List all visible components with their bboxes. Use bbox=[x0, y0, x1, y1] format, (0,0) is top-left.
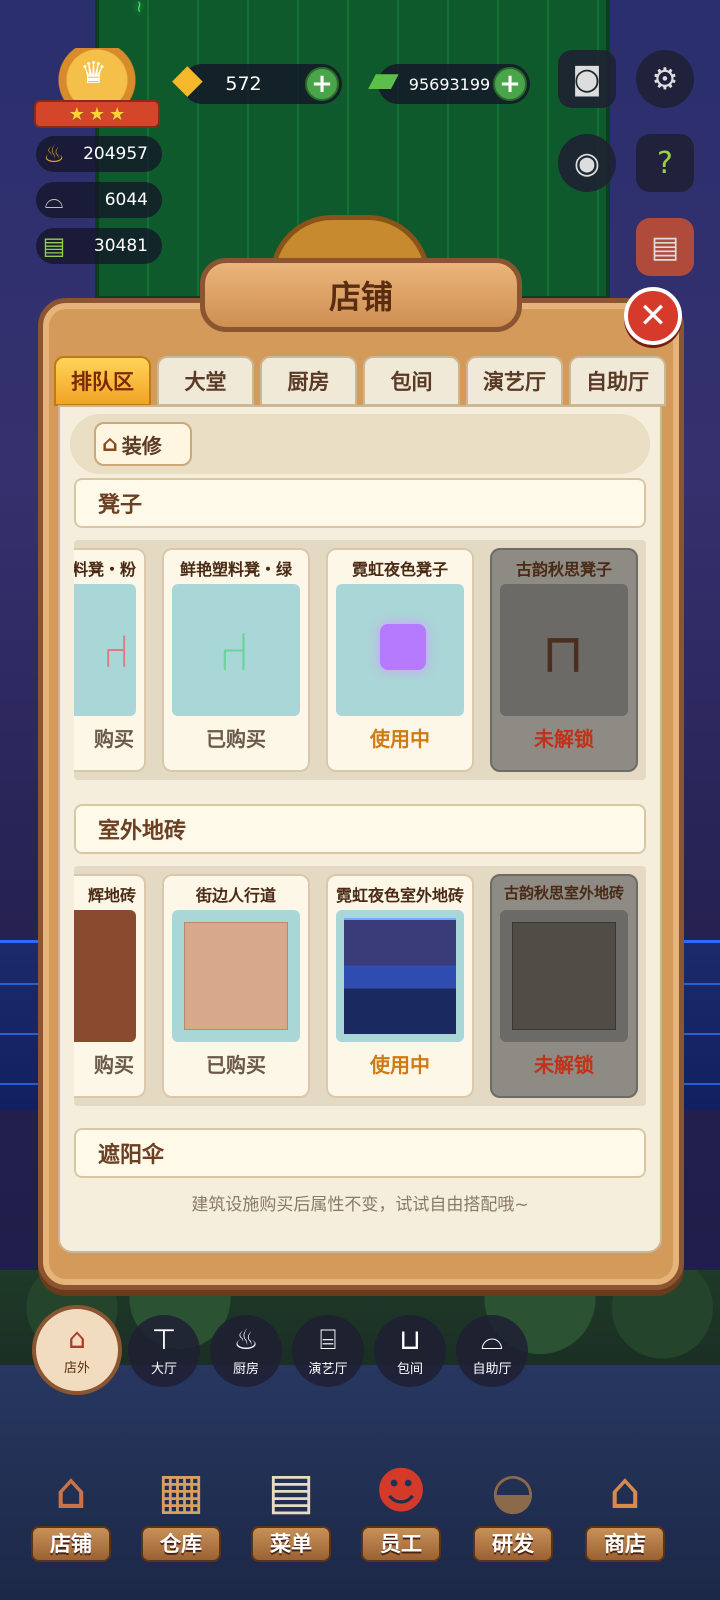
house-icon: ⌂ bbox=[102, 431, 118, 457]
nav-store[interactable]: ⌂ 商店 bbox=[580, 1458, 670, 1568]
tab-theater[interactable]: 演艺厅 bbox=[466, 356, 563, 406]
category-buffet[interactable]: ⌓ 自助厅 bbox=[456, 1315, 528, 1387]
gold-counter: ◆ 572 + bbox=[172, 56, 342, 104]
tab-lobby[interactable]: 大堂 bbox=[157, 356, 254, 406]
add-gold-button[interactable]: + bbox=[305, 67, 339, 101]
category-theater[interactable]: ⌸ 演艺厅 bbox=[292, 1315, 364, 1387]
rank-badge[interactable]: ♛ ★ ★ ★ bbox=[34, 48, 160, 128]
tab-kitchen[interactable]: 厨房 bbox=[260, 356, 357, 406]
help-book-icon[interactable]: ? bbox=[636, 134, 694, 192]
gold-ingot-icon: ◆ bbox=[172, 56, 203, 102]
nav-warehouse[interactable]: ▦ 仓库 bbox=[136, 1458, 226, 1568]
item-card[interactable]: 料凳・粉 ⑁ 购买 bbox=[74, 548, 146, 772]
camera-icon[interactable]: ◙ bbox=[558, 50, 616, 108]
recipe-book-icon[interactable]: ▤ bbox=[636, 218, 694, 276]
stat-cloche: ⌓ 6044 bbox=[36, 182, 162, 218]
item-card-locked[interactable]: 古韵秋思室外地砖 未解锁 bbox=[490, 874, 638, 1098]
market-stall-icon: ⌂ bbox=[609, 1462, 641, 1520]
category-hall[interactable]: ⊤ 大厅 bbox=[128, 1315, 200, 1387]
nav-staff[interactable]: ☻ 员工 bbox=[356, 1458, 446, 1568]
gear-icon[interactable]: ⚙ bbox=[636, 50, 694, 108]
category-kitchen[interactable]: ♨ 厨房 bbox=[210, 1315, 282, 1387]
table-icon: ⊤ bbox=[151, 1322, 177, 1356]
neon-grid-tile-icon bbox=[344, 918, 456, 1034]
neon-stool-icon bbox=[380, 624, 426, 670]
sidewalk-tile-icon bbox=[184, 922, 288, 1030]
cash-stack-icon: ▰ bbox=[368, 56, 399, 102]
wooden-stool-icon: ⊓ bbox=[542, 622, 585, 685]
tab-private-room[interactable]: 包间 bbox=[363, 356, 460, 406]
shop-building-icon: ⌂ bbox=[55, 1462, 87, 1520]
clipboard-icon: ▤ bbox=[267, 1462, 315, 1520]
item-card[interactable]: 街边人行道 已购买 bbox=[162, 874, 310, 1098]
sofa-icon: ⊔ bbox=[399, 1322, 421, 1356]
pot-icon: ♨ bbox=[233, 1322, 259, 1356]
tab-buffet[interactable]: 自助厅 bbox=[569, 356, 666, 406]
nav-menu[interactable]: ▤ 菜单 bbox=[246, 1458, 336, 1568]
star-icon: ★ bbox=[88, 103, 106, 125]
category-outside[interactable]: ⌂ 店外 bbox=[32, 1305, 122, 1395]
stat-book: ▤ 30481 bbox=[36, 228, 162, 264]
close-button[interactable]: ✕ bbox=[624, 287, 682, 345]
tab-queue-area[interactable]: 排队区 bbox=[54, 356, 151, 406]
item-card-locked[interactable]: 古韵秋思凳子 ⊓ 未解锁 bbox=[490, 548, 638, 772]
cloche-icon: ⌓ bbox=[44, 186, 64, 214]
stage-icon: ⌸ bbox=[319, 1322, 337, 1356]
add-cash-button[interactable]: + bbox=[493, 67, 527, 101]
pink-stool-icon: ⑁ bbox=[102, 624, 130, 678]
brick-tile-icon bbox=[74, 910, 136, 1042]
storefront-icon: ⌂ bbox=[68, 1321, 86, 1355]
decorate-button[interactable]: ⌂ 装修 bbox=[94, 422, 192, 466]
star-icon: ★ bbox=[68, 103, 85, 125]
green-stool-icon: ⑁ bbox=[218, 620, 251, 683]
stat-pot: ♨ 204957 bbox=[36, 136, 162, 172]
cloche-icon: ⌓ bbox=[480, 1322, 504, 1356]
chef-hat-icon: ♛ bbox=[80, 56, 107, 91]
footer-note: 建筑设施购买后属性不变，试试自由搭配哦~ bbox=[191, 1195, 529, 1215]
stools-strip[interactable]: 料凳・粉 ⑁ 购买 鲜艳塑料凳・绿 ⑁ 已购买 霓虹夜色凳子 使用中 古韵秋思凳… bbox=[74, 540, 646, 780]
book-icon: ▤ bbox=[42, 232, 66, 260]
nav-research[interactable]: ◒ 研发 bbox=[468, 1458, 558, 1568]
cash-counter: ▰ 95693199 + bbox=[368, 56, 530, 104]
chef-icon: ☻ bbox=[374, 1462, 428, 1520]
item-card[interactable]: 辉地砖 购买 bbox=[74, 874, 146, 1098]
pot-icon: ♨ bbox=[43, 140, 65, 168]
boxes-icon: ▦ bbox=[157, 1462, 205, 1520]
item-card[interactable]: 霓虹夜色室外地砖 使用中 bbox=[326, 874, 474, 1098]
section-header-stools: 凳子 bbox=[74, 478, 646, 528]
eye-icon[interactable]: ◉ bbox=[558, 134, 616, 192]
category-bar: ⌂ 店外 ⊤ 大厅 ♨ 厨房 ⌸ 演艺厅 ⊔ 包间 ⌓ 自助厅 bbox=[20, 1305, 540, 1401]
star-icon: ★ bbox=[109, 103, 126, 125]
item-card[interactable]: 鲜艳塑料凳・绿 ⑁ 已购买 bbox=[162, 548, 310, 772]
item-card[interactable]: 霓虹夜色凳子 使用中 bbox=[326, 548, 474, 772]
stone-tile-icon bbox=[512, 922, 616, 1030]
panel-title: 店铺 bbox=[200, 258, 522, 332]
nav-shop[interactable]: ⌂ 店铺 bbox=[26, 1458, 116, 1568]
tiles-strip[interactable]: 辉地砖 购买 街边人行道 已购买 霓虹夜色室外地砖 使用中 古韵秋思室外地砖 未… bbox=[74, 866, 646, 1106]
wok-icon: ◒ bbox=[491, 1462, 535, 1520]
section-header-outdoor-tiles: 室外地砖 bbox=[74, 804, 646, 854]
category-private-room[interactable]: ⊔ 包间 bbox=[374, 1315, 446, 1387]
section-header-umbrellas: 遮阳伞 bbox=[74, 1128, 646, 1178]
tab-bar: 排队区 大堂 厨房 包间 演艺厅 自助厅 bbox=[54, 356, 666, 406]
